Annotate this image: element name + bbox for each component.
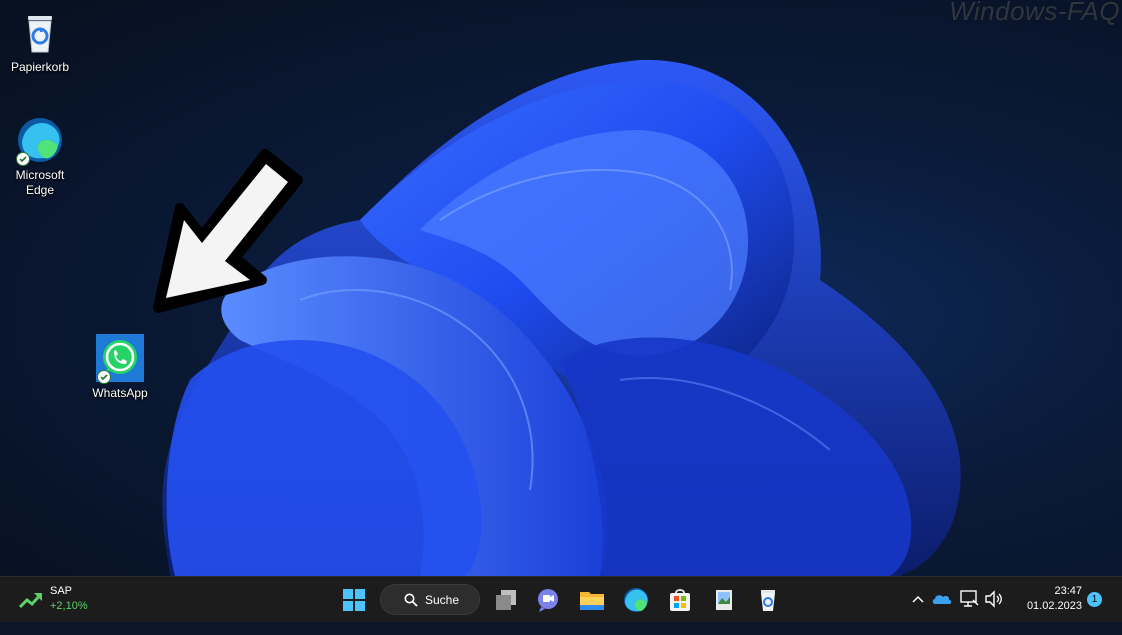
desktop-icon-label: Microsoft Edge	[15, 168, 65, 197]
task-view-button[interactable]	[489, 583, 523, 617]
desktop-icon-whatsapp[interactable]: WhatsApp	[85, 334, 155, 401]
stock-change: +2,10%	[50, 600, 88, 612]
edge-taskbar-button[interactable]	[619, 583, 653, 617]
annotation-arrow-icon	[153, 149, 303, 313]
store-icon	[670, 589, 690, 611]
teams-chat-icon	[538, 589, 558, 612]
sync-check-icon	[16, 152, 30, 166]
start-button[interactable]	[337, 583, 371, 617]
onedrive-cloud-icon	[932, 595, 952, 604]
search-icon	[404, 593, 418, 607]
volume-button[interactable]	[983, 588, 1005, 634]
desktop-icon-edge[interactable]: Microsoft Edge	[5, 116, 75, 198]
watermark: Windows-FAQ	[949, 0, 1120, 26]
photo-viewer-button[interactable]	[707, 583, 741, 617]
trend-up-icon	[18, 592, 43, 609]
sync-check-icon	[97, 370, 111, 384]
clock-time: 23:47	[1054, 585, 1082, 597]
desktop-icon-recycle-bin[interactable]: Papierkorb	[5, 8, 75, 75]
start-icon	[343, 589, 365, 611]
clock-date: 01.02.2023	[1026, 600, 1082, 612]
taskbar: SAP +2,10% Suche 23:47 01.02.2023 1	[0, 576, 1122, 622]
show-hidden-icons-button[interactable]	[908, 589, 928, 635]
desktop-icon-label: Papierkorb	[10, 60, 70, 74]
task-view-icon	[496, 590, 516, 610]
desktop-icon-label: WhatsApp	[92, 386, 148, 400]
edge-icon	[16, 116, 64, 166]
stock-name: SAP	[50, 585, 73, 597]
store-button[interactable]	[663, 583, 697, 617]
recycle-bin-taskbar-button[interactable]	[751, 583, 785, 617]
onedrive-button[interactable]	[931, 589, 953, 635]
search-button[interactable]: Suche	[380, 584, 480, 615]
recycle-bin-icon	[16, 8, 64, 56]
speaker-icon	[985, 590, 1002, 608]
chevron-up-icon	[912, 595, 924, 603]
desktop[interactable]: Windows-FAQ Papierkorb Microsoft Edge Wh…	[0, 0, 1122, 576]
file-explorer-button[interactable]	[575, 583, 609, 617]
edge-icon	[624, 588, 648, 612]
network-icon	[960, 590, 979, 607]
chat-button[interactable]	[531, 583, 565, 617]
network-button[interactable]	[958, 588, 980, 634]
file-explorer-icon	[580, 592, 604, 610]
notification-badge[interactable]: 1	[1087, 592, 1102, 607]
search-label: Suche	[425, 593, 460, 607]
recycle-bin-icon	[761, 590, 775, 611]
photo-viewer-icon	[716, 590, 732, 610]
whatsapp-icon	[96, 334, 144, 384]
clock-button[interactable]: 23:47 01.02.2023	[1010, 584, 1082, 614]
